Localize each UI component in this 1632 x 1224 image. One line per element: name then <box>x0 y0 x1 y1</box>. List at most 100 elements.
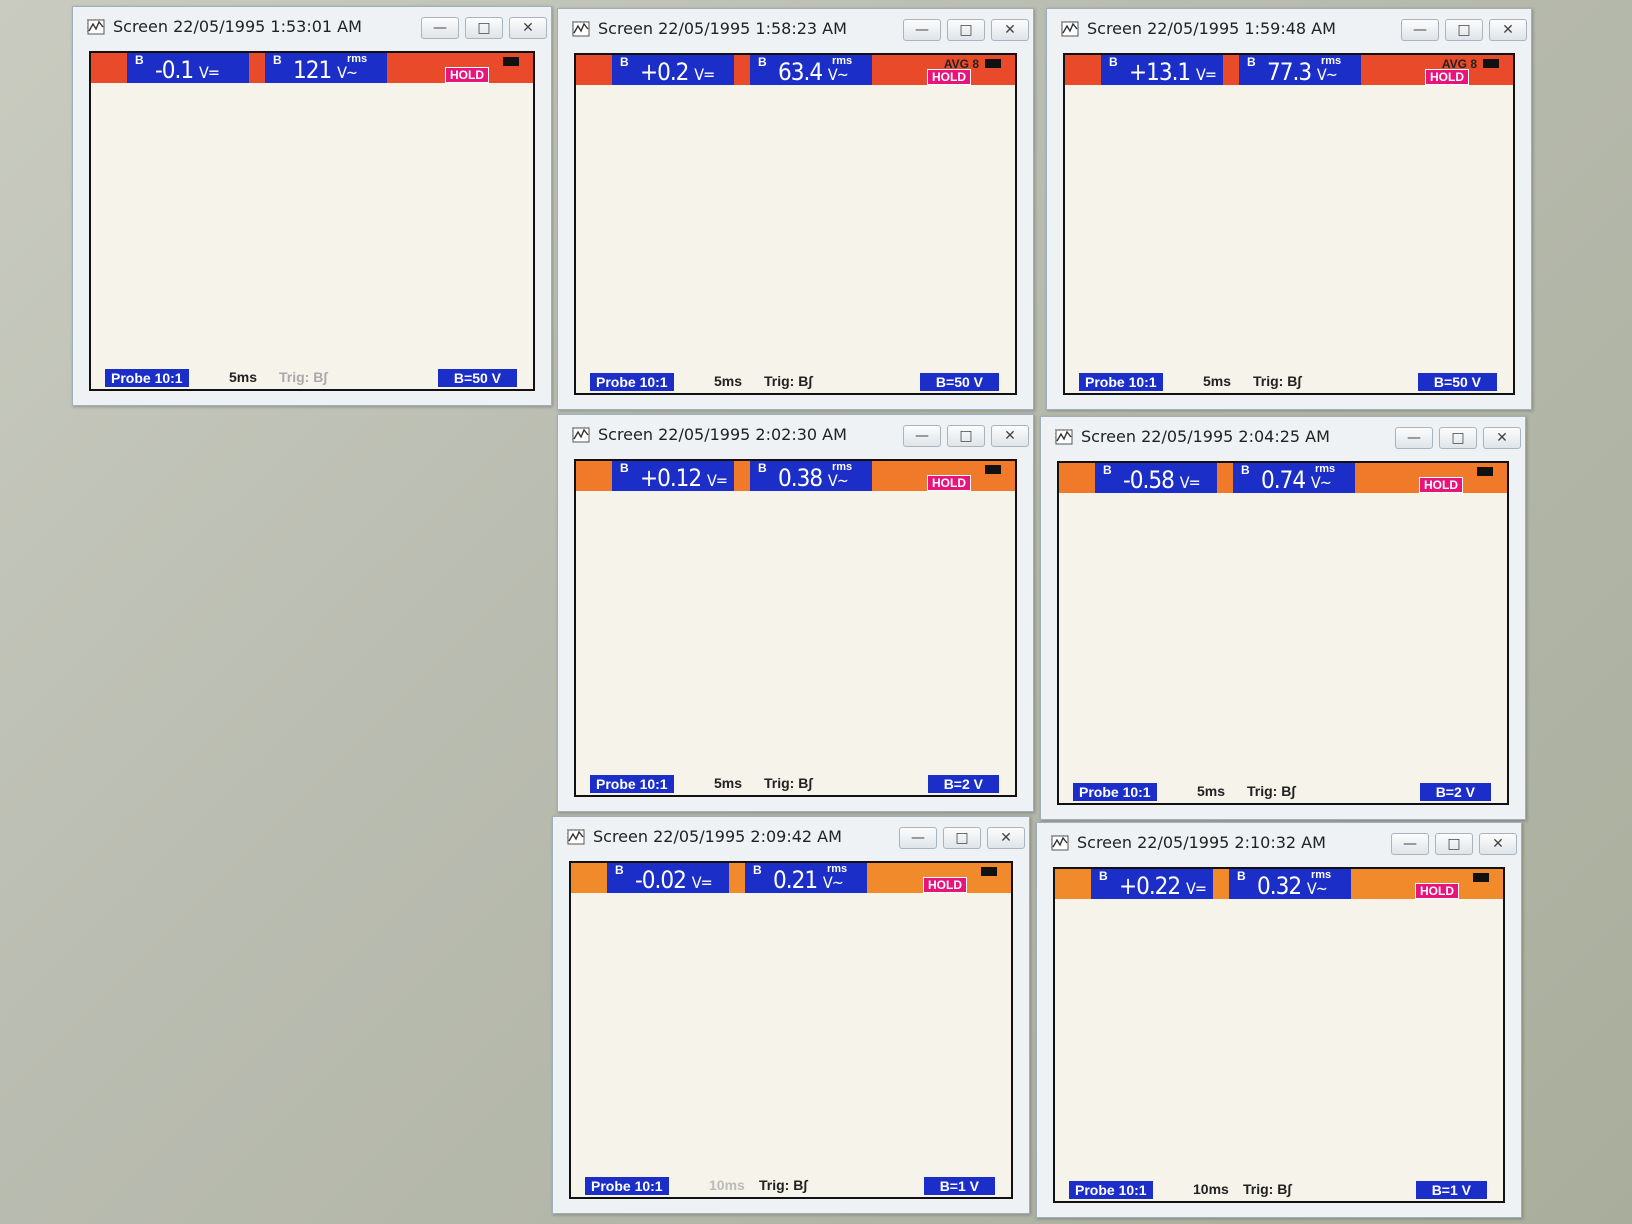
scale-label: B=2 V <box>1419 783 1491 801</box>
scope-screen: B +0.12 V= B 0.38 V~ rms HOLD Probe 10:1… <box>574 459 1017 797</box>
scope-window-3[interactable]: Screen 22/05/1995 1:59:48 AM — □ ✕ B +13… <box>1046 8 1532 410</box>
close-icon: ✕ <box>1000 830 1012 846</box>
scope-graticule <box>582 85 1009 363</box>
scope-window-4[interactable]: Screen 22/05/1995 2:02:30 AM — □ ✕ B +0.… <box>557 414 1034 812</box>
rms-readout: B 0.74 V~ rms <box>1233 463 1355 494</box>
maximize-icon: □ <box>477 20 491 36</box>
probe-label: Probe 10:1 <box>585 1177 669 1195</box>
rms-readout: B 121 V~ rms <box>265 53 387 84</box>
window-title: Screen 22/05/1995 1:53:01 AM <box>113 17 362 36</box>
status-bar: Probe 10:1 5ms Trig: B∫ B=2 V <box>576 769 1015 793</box>
hold-badge: HOLD <box>1425 69 1469 85</box>
minimize-button[interactable]: — <box>421 17 459 39</box>
window-title: Screen 22/05/1995 2:10:32 AM <box>1077 833 1326 852</box>
status-bar: Probe 10:1 5ms Trig: B∫ B=50 V <box>91 363 533 387</box>
timebase-label: 5ms <box>1197 783 1226 799</box>
timebase-label: 10ms <box>709 1177 745 1193</box>
readout-bar: B +0.12 V= B 0.38 V~ rms HOLD <box>576 461 1015 492</box>
maximize-button[interactable]: □ <box>947 19 985 41</box>
maximize-icon: □ <box>1451 430 1465 446</box>
maximize-icon: □ <box>959 428 973 444</box>
scope-window-1[interactable]: Screen 22/05/1995 1:53:01 AM — □ ✕ B -0.… <box>72 6 552 406</box>
rms-readout: B 63.4 V~ rms <box>750 55 872 86</box>
channel-label: B <box>1103 463 1112 477</box>
scope-app-icon <box>572 427 590 443</box>
minimize-button[interactable]: — <box>1391 833 1429 855</box>
trigger-label: Trig: B∫ <box>1243 1181 1292 1197</box>
title-bar[interactable]: Screen 22/05/1995 1:59:48 AM — □ ✕ <box>1047 9 1531 49</box>
status-bar: Probe 10:1 10ms Trig: B∫ B=1 V <box>1055 1175 1503 1199</box>
close-button[interactable]: ✕ <box>991 425 1029 447</box>
title-bar[interactable]: Screen 22/05/1995 1:53:01 AM — □ ✕ <box>73 7 551 47</box>
readout-bar: B +0.22 V= B 0.32 V~ rms HOLD <box>1055 869 1503 900</box>
maximize-button[interactable]: □ <box>943 827 981 849</box>
dc-value: +13.1 V= <box>1129 58 1217 86</box>
window-title: Screen 22/05/1995 1:59:48 AM <box>1087 19 1336 38</box>
minimize-button[interactable]: — <box>899 827 937 849</box>
scope-window-6[interactable]: Screen 22/05/1995 2:09:42 AM — □ ✕ B -0.… <box>552 816 1030 1214</box>
maximize-button[interactable]: □ <box>947 425 985 447</box>
probe-label: Probe 10:1 <box>105 369 189 387</box>
window-title: Screen 22/05/1995 2:09:42 AM <box>593 827 842 846</box>
channel-label: B <box>1247 55 1256 69</box>
title-bar[interactable]: Screen 22/05/1995 2:04:25 AM — □ ✕ <box>1041 417 1525 457</box>
maximize-button[interactable]: □ <box>1439 427 1477 449</box>
window-title: Screen 22/05/1995 2:02:30 AM <box>598 425 847 444</box>
channel-label: B <box>758 461 767 475</box>
window-title: Screen 22/05/1995 2:04:25 AM <box>1081 427 1330 446</box>
maximize-button[interactable]: □ <box>1435 833 1473 855</box>
scale-label: B=50 V <box>1417 373 1497 391</box>
title-bar[interactable]: Screen 22/05/1995 2:10:32 AM — □ ✕ <box>1037 823 1521 863</box>
readout-bar: B -0.1 V= B 121 V~ rms HOLD <box>91 53 533 84</box>
title-bar[interactable]: Screen 22/05/1995 1:58:23 AM — □ ✕ <box>558 9 1033 49</box>
waveform-plot <box>582 85 1009 363</box>
rms-label: rms <box>1321 55 1342 67</box>
close-button[interactable]: ✕ <box>1489 19 1527 41</box>
title-bar[interactable]: Screen 22/05/1995 2:09:42 AM — □ ✕ <box>553 817 1029 857</box>
readout-bar: B -0.02 V= B 0.21 V~ rms HOLD <box>571 863 1011 894</box>
probe-label: Probe 10:1 <box>1073 783 1157 801</box>
channel-label: B <box>753 863 762 877</box>
scope-window-7[interactable]: Screen 22/05/1995 2:10:32 AM — □ ✕ B +0.… <box>1036 822 1522 1218</box>
scope-screen: B -0.02 V= B 0.21 V~ rms HOLD Probe 10:1… <box>569 861 1013 1199</box>
hold-badge: HOLD <box>445 67 489 83</box>
close-button[interactable]: ✕ <box>509 17 547 39</box>
maximize-button[interactable]: □ <box>1445 19 1483 41</box>
scope-window-2[interactable]: Screen 22/05/1995 1:58:23 AM — □ ✕ B +0.… <box>557 8 1034 410</box>
dc-value: +0.2 V= <box>640 58 715 86</box>
probe-label: Probe 10:1 <box>590 373 674 391</box>
channel-label: B <box>1237 869 1246 883</box>
rms-label: rms <box>832 55 853 67</box>
rms-readout: B 0.38 V~ rms <box>750 461 872 492</box>
minimize-button[interactable]: — <box>903 425 941 447</box>
channel-label: B <box>1241 463 1250 477</box>
scope-screen: B +13.1 V= B 77.3 V~ rms AVG 8 HOLD Prob… <box>1063 53 1515 395</box>
minimize-button[interactable]: — <box>903 19 941 41</box>
rms-label: rms <box>347 53 368 65</box>
close-button[interactable]: ✕ <box>991 19 1029 41</box>
maximize-button[interactable]: □ <box>465 17 503 39</box>
battery-icon <box>981 867 997 876</box>
timebase-label: 5ms <box>714 775 743 791</box>
dc-readout: B -0.58 V= <box>1095 463 1217 494</box>
dc-value: -0.02 V= <box>635 866 713 894</box>
scope-screen: B -0.1 V= B 121 V~ rms HOLD Probe 10:1 5… <box>89 51 535 391</box>
timebase-label: 5ms <box>1203 373 1232 389</box>
minimize-icon: — <box>915 22 929 38</box>
scale-label: B=1 V <box>1415 1181 1487 1199</box>
scope-window-5[interactable]: Screen 22/05/1995 2:04:25 AM — □ ✕ B -0.… <box>1040 416 1526 820</box>
scale-label: B=50 V <box>437 369 517 387</box>
minimize-button[interactable]: — <box>1395 427 1433 449</box>
close-button[interactable]: ✕ <box>1479 833 1517 855</box>
minimize-icon: — <box>911 830 925 846</box>
waveform-plot <box>577 893 1005 1167</box>
battery-icon <box>1477 467 1493 476</box>
timebase-label: 5ms <box>229 369 258 385</box>
minimize-button[interactable]: — <box>1401 19 1439 41</box>
close-button[interactable]: ✕ <box>987 827 1025 849</box>
minimize-icon: — <box>1407 430 1421 446</box>
close-button[interactable]: ✕ <box>1483 427 1521 449</box>
title-bar[interactable]: Screen 22/05/1995 2:02:30 AM — □ ✕ <box>558 415 1033 455</box>
scope-app-icon <box>1055 429 1073 445</box>
battery-icon <box>985 465 1001 474</box>
